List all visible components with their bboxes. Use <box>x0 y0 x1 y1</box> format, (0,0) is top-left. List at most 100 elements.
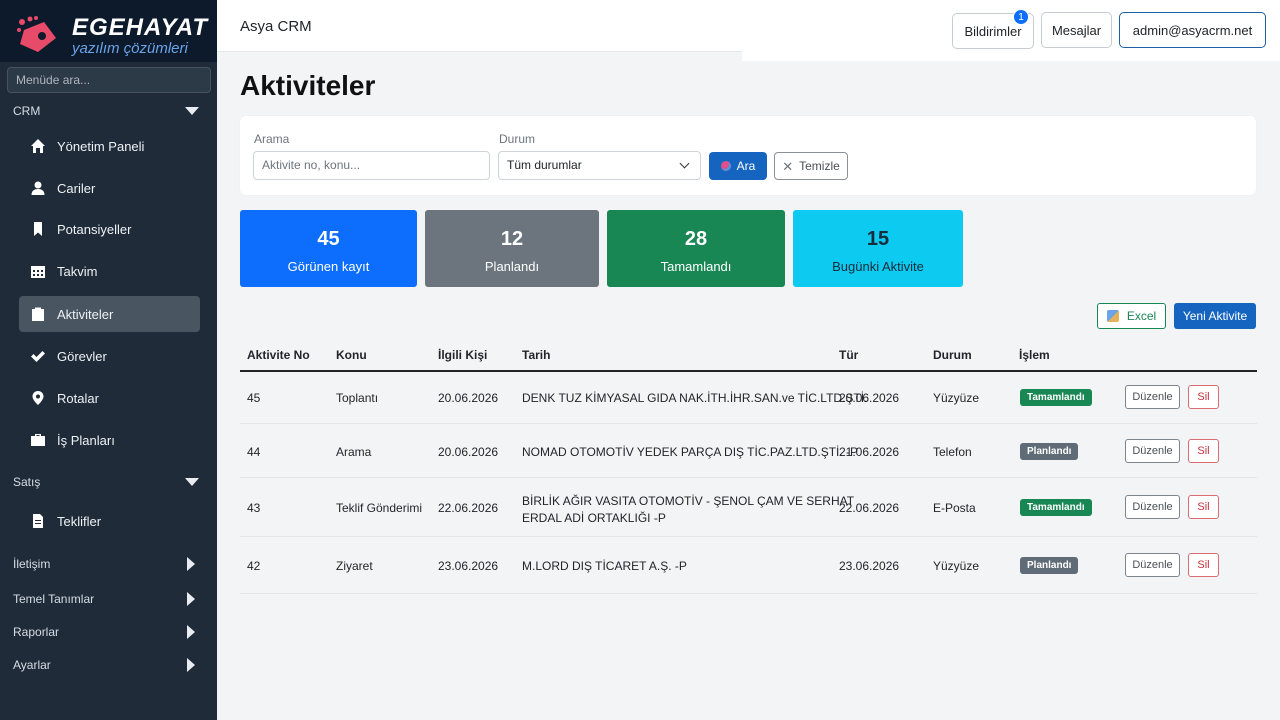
stat-value: 28 <box>684 228 708 250</box>
stat-card-completed: 28 Tamamlandı <box>607 210 785 287</box>
sidebar-item-is-planlari[interactable]: İş Planları <box>19 422 200 458</box>
table-row: 44 Arama 20.06.2026 NOMAD OTOMOTİV YEDEK… <box>240 424 1257 478</box>
delete-button[interactable]: Sil <box>1188 553 1219 577</box>
section-raporlar[interactable]: Raporlar <box>13 625 199 639</box>
section-iletisim[interactable]: İletişim <box>13 557 199 571</box>
map-pin-icon <box>30 390 46 406</box>
cell-ilgili-kisi: 20.06.2026 <box>438 445 499 459</box>
sidebar-item-gorevler[interactable]: Görevler <box>19 338 200 374</box>
delete-button[interactable]: Sil <box>1188 495 1219 519</box>
cell-tarih: 23.06.2026 <box>839 559 900 573</box>
column-header-islem: İşlem <box>1019 348 1050 362</box>
cell-tarih: 20.06.2026 <box>839 391 900 405</box>
cell-firma[interactable]: DENK TUZ KİMYASAL GIDA NAK.İTH.İHR.SAN.v… <box>522 391 867 405</box>
excel-icon <box>1106 310 1119 322</box>
document-icon <box>30 513 46 529</box>
table-row: 42 Ziyaret 23.06.2026 M.LORD DIŞ TİCARET… <box>240 537 1257 594</box>
logo-mark-icon <box>17 16 56 52</box>
column-header-tur[interactable]: Tür <box>839 348 858 362</box>
search-button[interactable]: Ara <box>709 152 767 180</box>
sidebar-item-aktiviteler[interactable]: Aktiviteler <box>19 296 200 332</box>
excel-button-label: Excel <box>1126 309 1157 323</box>
sidebar-item-cariler[interactable]: Cariler <box>19 170 200 206</box>
cell-ilgili-kisi: 22.06.2026 <box>438 501 499 515</box>
column-header-ilgili-kisi[interactable]: İlgili Kişi <box>438 348 487 362</box>
logo[interactable]: EGEHAYAT yazılım çözümleri <box>0 0 217 62</box>
cell-no: 45 <box>247 391 261 405</box>
topbar: Asya CRM <box>217 0 742 52</box>
delete-button[interactable]: Sil <box>1188 439 1219 463</box>
cell-firma[interactable]: M.LORD DIŞ TİCARET A.Ş. -P <box>522 559 687 573</box>
search-button-label: Ara <box>736 159 756 173</box>
page-title: Aktiviteler <box>240 70 376 101</box>
cell-tur: Telefon <box>933 445 972 459</box>
sidebar-item-rotalar[interactable]: Rotalar <box>19 380 200 416</box>
section-ayarlar[interactable]: Ayarlar <box>13 658 199 672</box>
notification-count-badge: 1 <box>1013 9 1029 25</box>
calendar-icon <box>30 263 46 279</box>
menu-search-input[interactable]: Menüde ara... <box>7 67 211 93</box>
status-badge: Planlandı <box>1020 443 1079 460</box>
cell-ilgili-kisi: 20.06.2026 <box>438 391 499 405</box>
column-header-tarih[interactable]: Tarih <box>522 348 550 362</box>
sidebar-item-takvim[interactable]: Takvim <box>19 253 200 289</box>
edit-button[interactable]: Düzenle <box>1125 495 1180 519</box>
column-header-no[interactable]: Aktivite No <box>247 348 310 362</box>
sidebar-item-yonetim-paneli[interactable]: Yönetim Paneli <box>19 128 200 164</box>
column-header-konu[interactable]: Konu <box>336 348 367 362</box>
clear-button[interactable]: ✕ Temizle <box>774 152 848 180</box>
notifications-button[interactable]: Bildirimler 1 <box>952 9 1034 49</box>
check-icon <box>30 348 46 364</box>
caret-right-icon <box>187 625 195 639</box>
section-crm[interactable]: CRM <box>13 104 199 118</box>
caret-down-icon <box>185 478 199 486</box>
stat-value: 45 <box>317 228 340 250</box>
clipboard-icon <box>30 306 46 322</box>
cell-no: 44 <box>247 445 261 459</box>
search-label: Arama <box>254 132 290 146</box>
status-badge: Planlandı <box>1020 557 1079 574</box>
stat-label: Bugünki Aktivite <box>832 259 924 274</box>
cell-firma[interactable]: NOMAD OTOMOTİV YEDEK PARÇA DIŞ TİC.PAZ.L… <box>522 445 858 459</box>
section-raporlar-label: Raporlar <box>13 625 60 639</box>
sidebar-item-label: İş Planları <box>57 432 115 448</box>
cell-firma-line2[interactable]: ERDAL ADİ ORTAKLIĞI -P <box>522 511 666 525</box>
stat-value: 15 <box>866 228 890 250</box>
section-satis-label: Satış <box>13 475 41 489</box>
activity-search-input[interactable]: Aktivite no, konu... <box>253 151 490 180</box>
status-select-value: Tüm durumlar <box>507 158 582 172</box>
edit-button[interactable]: Düzenle <box>1125 385 1180 409</box>
cell-tarih: 21.06.2026 <box>839 445 900 459</box>
caret-down-icon <box>185 107 199 115</box>
cell-firma[interactable]: BİRLİK AĞIR VASITA OTOMOTİV - ŞENOL ÇAM … <box>522 494 854 508</box>
excel-export-button[interactable]: Excel <box>1097 303 1166 329</box>
brand-title[interactable]: Asya CRM <box>240 18 312 35</box>
cell-ilgili-kisi: 23.06.2026 <box>438 559 499 573</box>
notifications-label: Bildirimler <box>964 23 1022 39</box>
section-satis[interactable]: Satış <box>13 475 199 489</box>
stat-card-visible: 45 Görünen kayıt <box>240 210 417 287</box>
section-temel-tanimlar[interactable]: Temel Tanımlar <box>13 592 199 606</box>
sidebar-item-potansiyeller[interactable]: Potansiyeller <box>19 211 200 247</box>
search-icon <box>720 161 731 171</box>
new-activity-button[interactable]: Yeni Aktivite <box>1174 303 1256 329</box>
stat-card-planned: 12 Planlandı <box>425 210 599 287</box>
logo-title: EGEHAYAT <box>72 14 209 41</box>
table-header: Aktivite No Konu İlgili Kişi Tarih Tür D… <box>240 338 1257 372</box>
table-row: 45 Toplantı 20.06.2026 DENK TUZ KİMYASAL… <box>240 372 1257 424</box>
sidebar-item-label: Cariler <box>57 180 96 196</box>
status-select[interactable]: Tüm durumlar <box>498 151 701 180</box>
clear-button-label: Temizle <box>799 159 840 173</box>
messages-button[interactable]: Mesajlar <box>1041 12 1112 48</box>
caret-right-icon <box>187 557 195 571</box>
cell-tarih: 22.06.2026 <box>839 501 900 515</box>
briefcase-icon <box>30 432 46 448</box>
edit-button[interactable]: Düzenle <box>1125 439 1180 463</box>
user-menu-button[interactable]: admin@asyacrm.net <box>1119 12 1266 48</box>
user-icon <box>30 180 46 196</box>
edit-button[interactable]: Düzenle <box>1125 553 1180 577</box>
sidebar-item-teklifler[interactable]: Teklifler <box>19 503 200 539</box>
delete-button[interactable]: Sil <box>1188 385 1219 409</box>
column-header-durum[interactable]: Durum <box>933 348 972 362</box>
sidebar: EGEHAYAT yazılım çözümleri Menüde ara...… <box>0 0 217 720</box>
